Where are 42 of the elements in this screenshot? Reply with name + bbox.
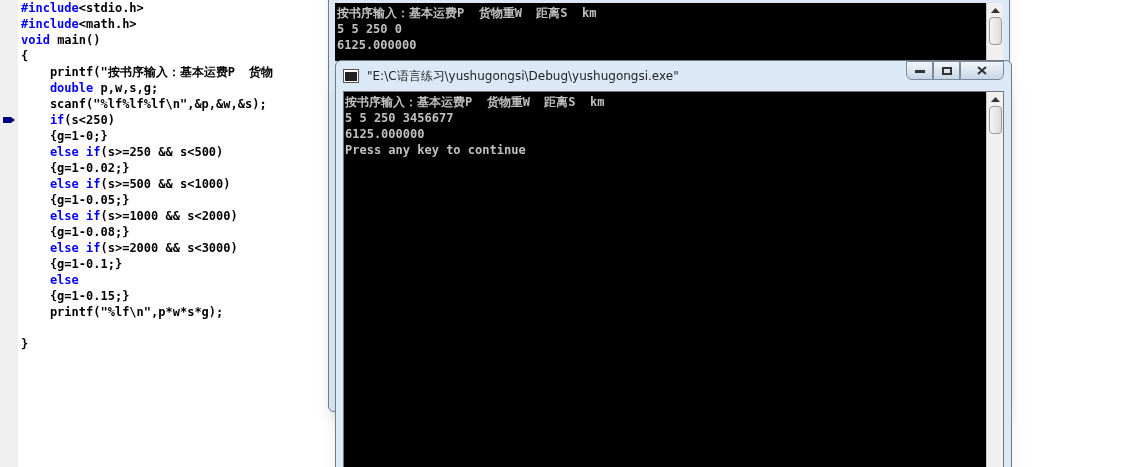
code-line: double p,w,s,g; — [48, 80, 159, 96]
console-line: 按书序输入：基本运费P 货物重W 距离S km — [337, 5, 598, 21]
minimize-icon — [914, 68, 925, 73]
console-line: Press any key to continue — [345, 142, 527, 158]
scroll-up-icon[interactable] — [990, 96, 1000, 102]
code-line: {g=1-0;} — [48, 128, 108, 144]
console-line: 6125.000000 — [337, 37, 418, 53]
code-line: #include<math.h> — [21, 16, 137, 32]
code-line: {g=1-0.1;} — [48, 256, 123, 272]
window-title: "E:\C语言练习\yushugongsi\Debug\yushugongsi.exe" — [367, 68, 679, 85]
console-line: 6125.000000 — [345, 126, 426, 142]
console-line: 按书序输入：基本运费P 货物重W 距离S km — [345, 94, 606, 110]
code-line: else if(s>=2000 && s<3000) — [48, 240, 238, 256]
code-line: void main() — [21, 32, 101, 48]
code-line: else if(s>=1000 && s<2000) — [48, 208, 238, 224]
minimize-button[interactable] — [906, 61, 933, 80]
close-icon — [977, 66, 987, 75]
code-line: #include<stdio.h> — [21, 0, 144, 16]
code-line: else — [48, 272, 79, 288]
console-app-icon — [343, 69, 359, 83]
close-button[interactable] — [960, 61, 1004, 80]
code-line: if(s<250) — [48, 112, 115, 128]
code-line: printf("%lf\n",p*w*s*g); — [48, 304, 224, 320]
code-line: {g=1-0.05;} — [48, 192, 130, 208]
maximize-icon — [941, 66, 952, 75]
code-line: {g=1-0.08;} — [48, 224, 130, 240]
code-line: scanf("%lf%lf%lf\n",&p,&w,&s); — [48, 96, 267, 112]
code-line: printf("按书序输入：基本运费P 货物 — [48, 64, 274, 80]
code-line: {g=1-0.02;} — [48, 160, 130, 176]
code-line: {g=1-0.15;} — [48, 288, 130, 304]
console-line: 5 5 250 3456677 — [345, 110, 455, 126]
console-line: 5 5 250 0 — [337, 21, 404, 37]
scrollbar[interactable] — [986, 3, 1003, 61]
code-line: } — [21, 336, 29, 352]
scroll-thumb[interactable] — [988, 17, 1002, 45]
code-line: else if(s>=500 && s<1000) — [48, 176, 231, 192]
code-line: else if(s>=250 && s<500) — [48, 144, 224, 160]
scrollbar[interactable] — [986, 92, 1003, 467]
scroll-thumb[interactable] — [988, 106, 1002, 134]
code-line: { — [21, 48, 29, 64]
maximize-button[interactable] — [933, 61, 960, 80]
scroll-up-icon[interactable] — [990, 7, 1000, 13]
